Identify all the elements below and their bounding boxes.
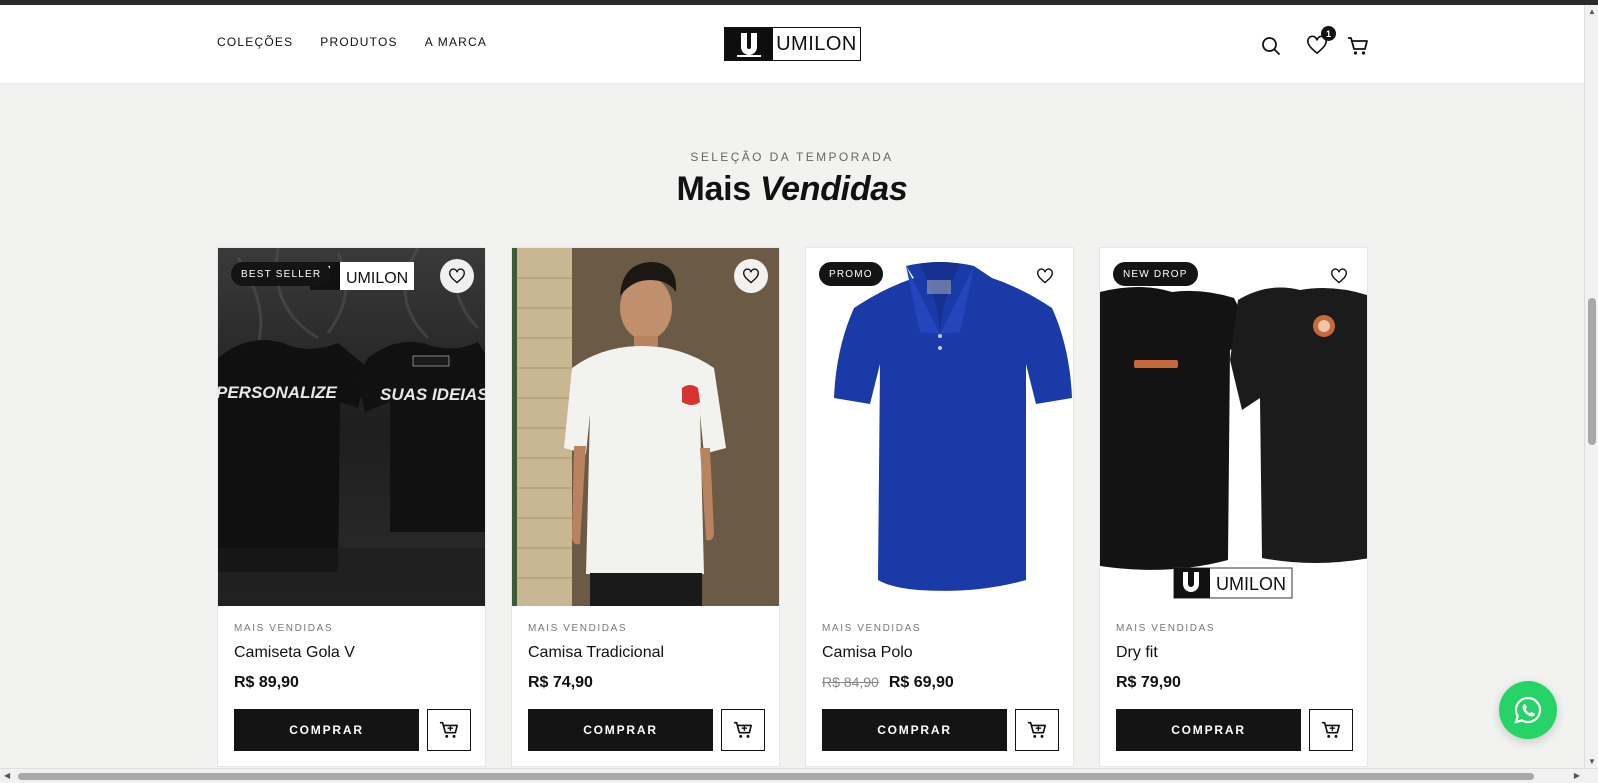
add-to-cart-button[interactable] (1309, 709, 1353, 751)
logo-text: UMILON (776, 32, 857, 55)
product-image[interactable] (806, 248, 1073, 606)
product-card[interactable]: PROMO MAIS VENDIDAS Camisa Polo R$ 84,90… (805, 247, 1074, 767)
nav-link-colecoes[interactable]: COLEÇÕES (217, 35, 293, 49)
section-kicker: SELEÇÃO DA TEMPORADA (690, 150, 894, 164)
product-old-price: R$ 84,90 (822, 674, 879, 690)
product-price-block: R$ 79,90 (1116, 674, 1181, 692)
product-price: R$ 69,90 (888, 674, 954, 691)
heart-icon (449, 268, 465, 284)
product-image-brand: UMILON (346, 270, 408, 287)
product-price-block: R$ 74,90 (528, 674, 593, 692)
whatsapp-icon (1514, 696, 1542, 724)
wishlist-button[interactable] (440, 259, 474, 293)
product-price: R$ 74,90 (528, 674, 593, 691)
heart-icon (1331, 268, 1347, 284)
product-name[interactable]: Camisa Polo (822, 644, 913, 662)
buy-button[interactable]: COMPRAR (1116, 709, 1301, 751)
add-to-cart-button[interactable] (427, 709, 471, 751)
nav-link-a-marca[interactable]: A MARCA (425, 35, 487, 49)
vertical-scrollbar[interactable]: ▲ ▼ (1584, 5, 1598, 768)
product-name[interactable]: Dry fit (1116, 644, 1158, 662)
product-price: R$ 89,90 (234, 674, 299, 691)
logo-mark-icon (725, 28, 773, 60)
product-category: MAIS VENDIDAS (528, 623, 628, 634)
buy-button[interactable]: COMPRAR (822, 709, 1007, 751)
section-title: Mais Vendidas (0, 170, 1584, 209)
brand-logo[interactable]: UMILON (724, 27, 861, 61)
add-to-cart-button[interactable] (1015, 709, 1059, 751)
cart-icon (1027, 721, 1046, 738)
product-image[interactable]: PERSONALIZE SUAS IDEIAS UMILON (218, 248, 486, 606)
scroll-down-icon[interactable]: ▼ (1588, 757, 1596, 766)
wishlist-button[interactable] (1028, 259, 1062, 293)
product-card[interactable]: UMILON NEW DROP MAIS VENDIDAS Dry fit R$… (1099, 247, 1368, 767)
add-to-cart-button[interactable] (721, 709, 765, 751)
product-image-brand: UMILON (1216, 574, 1286, 594)
product-image[interactable]: UMILON (1100, 248, 1367, 606)
product-card[interactable]: PERSONALIZE SUAS IDEIAS UMILON BEST SELL… (217, 247, 486, 767)
wishlist-button[interactable]: 1 (1304, 26, 1336, 58)
product-category: MAIS VENDIDAS (1116, 623, 1216, 634)
product-image-text-right: SUAS IDEIAS (380, 385, 486, 404)
cart-icon (439, 721, 458, 738)
whatsapp-button[interactable] (1499, 681, 1557, 739)
wishlist-button[interactable] (734, 259, 768, 293)
scroll-left-icon[interactable]: ◀ (4, 771, 10, 780)
horizontal-scrollbar[interactable]: ◀ ▶ (0, 768, 1598, 783)
badge-new-drop: NEW DROP (1113, 262, 1198, 286)
heart-icon (1037, 268, 1053, 284)
product-card[interactable]: MAIS VENDIDAS Camisa Tradicional R$ 74,9… (511, 247, 780, 767)
section-title-italic: Vendidas (760, 170, 908, 208)
search-icon[interactable] (1258, 33, 1284, 59)
wishlist-count-badge: 1 (1321, 26, 1336, 41)
product-category: MAIS VENDIDAS (822, 623, 922, 634)
product-price-block: R$ 89,90 (234, 674, 299, 692)
heart-icon (743, 268, 759, 284)
scroll-up-icon[interactable]: ▲ (1588, 7, 1596, 16)
cart-icon[interactable] (1345, 33, 1371, 59)
cart-icon (1321, 721, 1340, 738)
product-image[interactable] (512, 248, 779, 606)
cart-icon (733, 721, 752, 738)
product-name[interactable]: Camiseta Gola V (234, 644, 355, 662)
product-price-block: R$ 84,90 R$ 69,90 (822, 674, 954, 692)
vertical-scrollbar-thumb[interactable] (1588, 298, 1596, 445)
section-title-plain: Mais (676, 170, 751, 208)
horizontal-scrollbar-thumb[interactable] (18, 773, 1534, 780)
product-price: R$ 79,90 (1116, 674, 1181, 691)
buy-button[interactable]: COMPRAR (528, 709, 713, 751)
badge-promo: PROMO (819, 262, 883, 286)
scroll-right-icon[interactable]: ▶ (1574, 771, 1580, 780)
product-name[interactable]: Camisa Tradicional (528, 644, 664, 662)
nav-link-produtos[interactable]: PRODUTOS (320, 35, 397, 49)
product-image-text-left: PERSONALIZE (218, 383, 338, 402)
product-category: MAIS VENDIDAS (234, 623, 334, 634)
buy-button[interactable]: COMPRAR (234, 709, 419, 751)
main-nav: COLEÇÕES PRODUTOS A MARCA (217, 35, 487, 49)
wishlist-button[interactable] (1322, 259, 1356, 293)
badge-best-seller: BEST SELLER (231, 262, 332, 286)
site-header: COLEÇÕES PRODUTOS A MARCA UMILON 1 (0, 5, 1584, 83)
